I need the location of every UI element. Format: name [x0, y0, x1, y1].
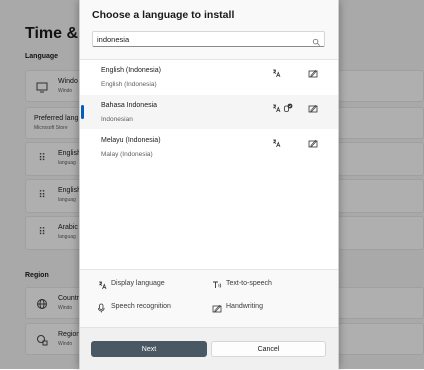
display-language-icon — [271, 68, 281, 78]
dialog-footer: Next Cancel — [80, 327, 338, 370]
next-button[interactable]: Next — [91, 341, 207, 357]
dialog-title: Choose a language to install — [92, 9, 235, 21]
text-to-speech-icon — [212, 280, 222, 290]
language-search-box[interactable] — [92, 31, 325, 47]
display-language-icon — [97, 280, 107, 290]
language-option-english-indonesia[interactable]: English (Indonesia) English (Indonesia) — [80, 60, 338, 94]
language-search-input[interactable] — [97, 32, 307, 46]
language-results-list: English (Indonesia) English (Indonesia) … — [80, 59, 338, 270]
handwriting-icon — [308, 68, 318, 78]
handwriting-icon — [308, 138, 318, 148]
display-language-icon — [271, 103, 281, 113]
handwriting-icon — [212, 303, 222, 313]
language-option-bahasa-indonesia[interactable]: Bahasa Indonesia Indonesian — [80, 95, 338, 129]
speech-recognition-icon — [97, 303, 107, 313]
display-language-icon — [271, 138, 281, 148]
handwriting-icon — [308, 103, 318, 113]
selection-indicator — [81, 105, 84, 119]
language-option-melayu-indonesia[interactable]: Melayu (Indonesia) Malay (Indonesia) — [80, 130, 338, 164]
feature-legend: Display language Text-to-speech Speech r… — [80, 269, 338, 328]
cancel-button[interactable]: Cancel — [211, 341, 326, 357]
search-icon[interactable] — [312, 34, 321, 46]
speech-recognition-icon — [283, 103, 293, 113]
choose-language-dialog: Choose a language to install English (In… — [79, 0, 339, 370]
